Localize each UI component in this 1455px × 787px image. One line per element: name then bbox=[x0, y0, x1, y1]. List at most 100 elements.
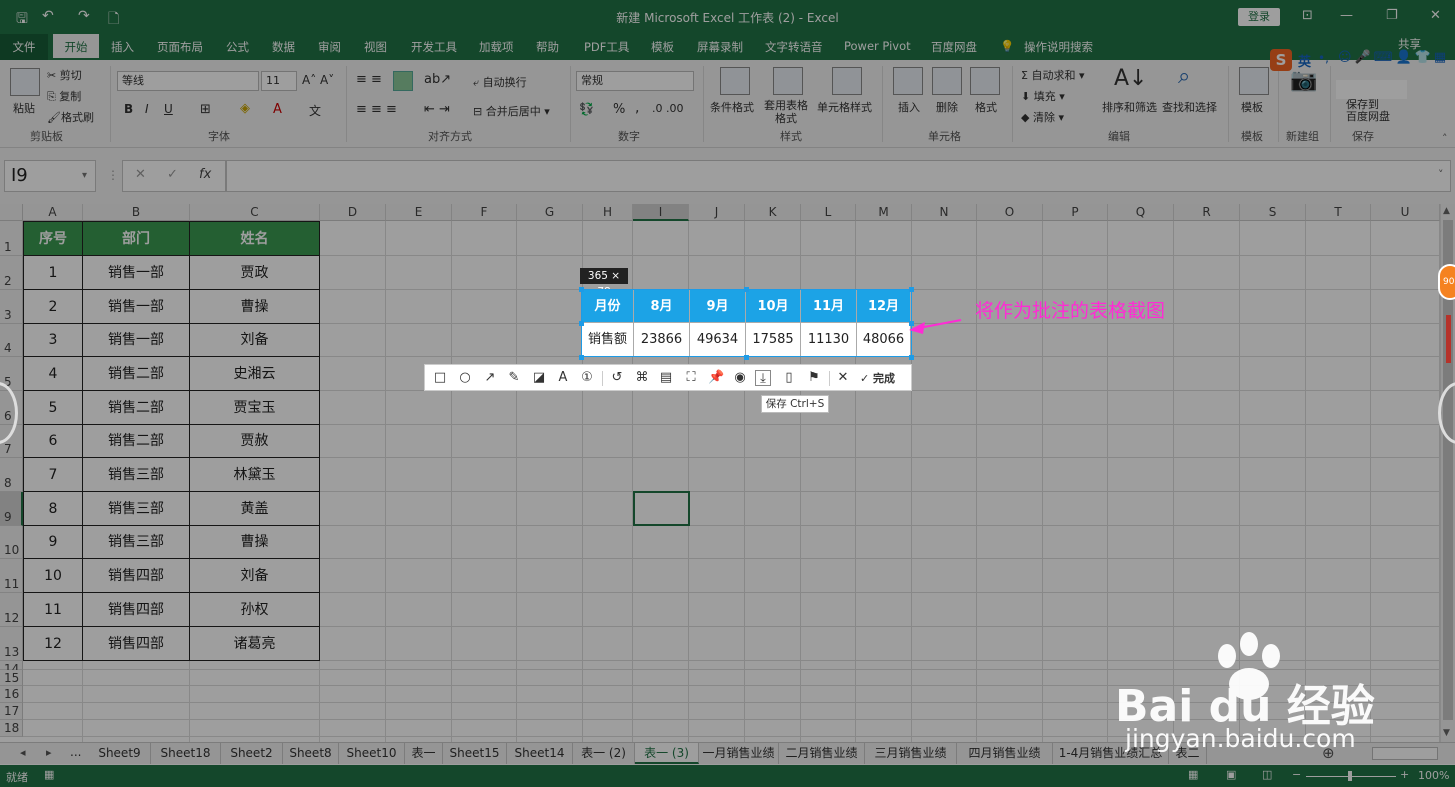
expand-formula-icon[interactable]: ˅ bbox=[1438, 168, 1444, 181]
percent-button[interactable]: % bbox=[613, 102, 625, 117]
row-header-4[interactable]: 4 bbox=[0, 324, 23, 357]
column-header-G[interactable]: G bbox=[517, 204, 583, 221]
table-cell[interactable]: 10 bbox=[23, 559, 83, 593]
row-header-10[interactable]: 10 bbox=[0, 526, 23, 559]
sheet-tab[interactable]: Sheet10 bbox=[339, 743, 405, 764]
format-table-icon[interactable] bbox=[773, 67, 803, 95]
macro-record-icon[interactable]: ▦ bbox=[44, 768, 54, 781]
delete-cells-icon[interactable] bbox=[932, 67, 962, 95]
table-cell[interactable]: 6 bbox=[23, 425, 83, 458]
sheet-tab[interactable]: 二月销售业绩 bbox=[779, 743, 865, 764]
conditional-format-icon[interactable] bbox=[720, 67, 750, 95]
format-painter-button[interactable]: 🖌格式刷 bbox=[47, 109, 94, 125]
table-cell[interactable]: 4 bbox=[23, 357, 83, 391]
table-cell[interactable]: 贾政 bbox=[190, 256, 320, 290]
cut-button[interactable]: ✂ 剪切 bbox=[47, 67, 82, 83]
table-cell[interactable]: 销售二部 bbox=[83, 357, 190, 391]
row-header-3[interactable]: 3 bbox=[0, 290, 23, 324]
table-cell[interactable]: 1 bbox=[23, 256, 83, 290]
table-cell[interactable]: 刘备 bbox=[190, 324, 320, 357]
border-icon[interactable]: ⊞ bbox=[200, 102, 211, 117]
tab-screen-record[interactable]: 屏幕录制 bbox=[697, 39, 743, 55]
column-header-N[interactable]: N bbox=[912, 204, 977, 221]
format-table-button[interactable]: 套用表格格式 bbox=[760, 99, 812, 125]
number-format-select[interactable]: 常规 bbox=[576, 71, 694, 91]
ime-tools-icon[interactable]: ☺🎤⌨👤👕▦ bbox=[1338, 50, 1449, 65]
table-cell[interactable]: 7 bbox=[23, 458, 83, 492]
tab-power-pivot[interactable]: Power Pivot bbox=[844, 39, 911, 53]
number-icon[interactable]: ① bbox=[579, 370, 595, 386]
table-cell[interactable]: 销售一部 bbox=[83, 256, 190, 290]
row-header-13[interactable]: 13 bbox=[0, 627, 23, 661]
column-header-I[interactable]: I bbox=[633, 204, 689, 221]
sheet-tab[interactable]: 表一 (2) bbox=[573, 743, 635, 764]
fill-button[interactable]: ⬇ 填充 ▾ bbox=[1021, 88, 1065, 104]
row-header-11[interactable]: 11 bbox=[0, 559, 23, 593]
record-icon[interactable]: ◉ bbox=[732, 370, 748, 386]
resize-handle-ne[interactable] bbox=[909, 287, 914, 292]
tab-page-layout[interactable]: 页面布局 bbox=[157, 39, 203, 55]
column-header-O[interactable]: O bbox=[977, 204, 1043, 221]
conditional-format-button[interactable]: 条件格式 bbox=[710, 99, 754, 115]
align-top-icon[interactable]: ≡ ≡ bbox=[356, 72, 382, 87]
sogou-ime-logo[interactable]: S bbox=[1270, 49, 1292, 71]
undo-icon[interactable]: ↺ bbox=[609, 370, 625, 386]
column-header-D[interactable]: D bbox=[320, 204, 386, 221]
column-header-T[interactable]: T bbox=[1306, 204, 1371, 221]
bold-button[interactable]: B bbox=[124, 102, 133, 116]
orientation-icon[interactable]: ab↗ bbox=[424, 72, 451, 87]
format-cells-button[interactable]: 格式 bbox=[975, 99, 997, 115]
column-header-F[interactable]: F bbox=[452, 204, 517, 221]
row-header-2[interactable]: 2 bbox=[0, 256, 23, 290]
sheet-tab[interactable]: 表一 (3) bbox=[635, 743, 699, 764]
sheet-tab[interactable]: 表一 bbox=[405, 743, 443, 764]
save-icon[interactable]: ⤓ bbox=[755, 370, 771, 386]
font-grow-icon[interactable]: A˄ A˅ bbox=[302, 73, 334, 87]
done-button[interactable]: ✓ 完成 bbox=[860, 370, 895, 386]
tab-tts[interactable]: 文字转语音 bbox=[765, 39, 823, 55]
tab-file[interactable]: 文件 bbox=[0, 34, 48, 60]
table-cell[interactable]: 曹操 bbox=[190, 290, 320, 324]
enter-formula-icon[interactable]: ✓ bbox=[167, 167, 178, 182]
rect-icon[interactable]: □ bbox=[432, 370, 448, 386]
sheet-tab[interactable]: 一月销售业绩 bbox=[699, 743, 779, 764]
ime-punctuation[interactable]: •, bbox=[1318, 51, 1329, 65]
table-cell[interactable]: 刘备 bbox=[190, 559, 320, 593]
row-header-9[interactable]: 9 bbox=[0, 492, 23, 526]
column-header-Q[interactable]: Q bbox=[1108, 204, 1174, 221]
ellipse-icon[interactable]: ○ bbox=[457, 370, 473, 386]
resize-handle-n[interactable] bbox=[744, 287, 749, 292]
insert-cells-button[interactable]: 插入 bbox=[898, 99, 920, 115]
italic-button[interactable]: I bbox=[145, 102, 149, 116]
cell-styles-icon[interactable] bbox=[832, 67, 862, 95]
cancel-formula-icon[interactable]: ✕ bbox=[135, 167, 146, 182]
table-cell[interactable]: 销售四部 bbox=[83, 559, 190, 593]
delete-cells-button[interactable]: 删除 bbox=[936, 99, 958, 115]
table-cell[interactable]: 销售一部 bbox=[83, 324, 190, 357]
baidu-pan-mini-toolbar[interactable] bbox=[1336, 80, 1407, 99]
indent-icon[interactable]: ⇤ ⇥ bbox=[424, 102, 450, 117]
find-select-button[interactable]: 查找和选择 bbox=[1162, 99, 1217, 115]
table-cell[interactable]: 销售三部 bbox=[83, 492, 190, 526]
sheet-more-button[interactable]: ... bbox=[70, 745, 81, 759]
table-cell[interactable]: 曹操 bbox=[190, 526, 320, 559]
tab-help[interactable]: 帮助 bbox=[536, 39, 559, 55]
font-color-icon[interactable]: A bbox=[273, 102, 282, 117]
save-to-baidu-button[interactable]: 保存到 百度网盘 bbox=[1346, 99, 1390, 123]
table-cell[interactable]: 销售二部 bbox=[83, 391, 190, 425]
table-cell[interactable]: 5 bbox=[23, 391, 83, 425]
table-cell[interactable]: 销售一部 bbox=[83, 290, 190, 324]
table-cell[interactable]: 12 bbox=[23, 627, 83, 661]
column-header-C[interactable]: C bbox=[190, 204, 320, 221]
row-header-18[interactable]: 18 bbox=[0, 720, 23, 737]
table-cell[interactable]: 11 bbox=[23, 593, 83, 627]
insert-function-icon[interactable]: fx bbox=[199, 167, 211, 182]
phonetic-icon[interactable]: 文 bbox=[309, 102, 321, 119]
table-cell[interactable]: 2 bbox=[23, 290, 83, 324]
sheet-next-icon[interactable]: ▸ bbox=[46, 746, 52, 759]
currency-icon[interactable]: 💱 bbox=[579, 102, 594, 116]
cancel-icon[interactable]: ✕ bbox=[835, 370, 851, 386]
collapse-ribbon-icon[interactable]: ˄ bbox=[1442, 132, 1448, 145]
column-header-S[interactable]: S bbox=[1240, 204, 1306, 221]
row-header-12[interactable]: 12 bbox=[0, 593, 23, 627]
